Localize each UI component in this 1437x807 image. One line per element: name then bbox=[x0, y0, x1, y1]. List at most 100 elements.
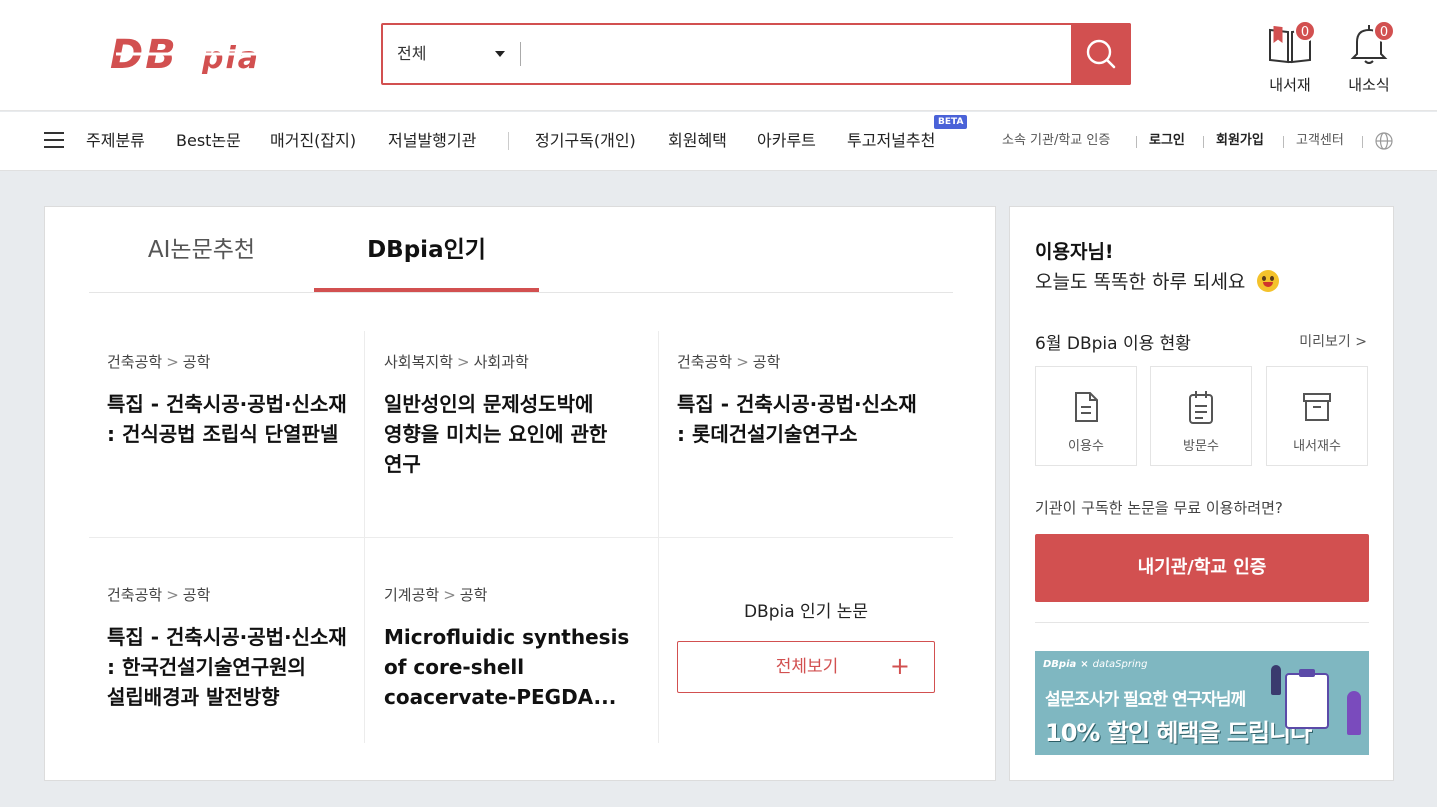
nav-journal-recommend[interactable]: 투고저널추천 bbox=[847, 112, 935, 170]
sidebar-divider bbox=[1035, 622, 1369, 623]
category-primary: 건축공학 bbox=[107, 353, 163, 371]
popular-more-title: DBpia 인기 논문 bbox=[743, 602, 869, 622]
stat-visits[interactable]: 방문수 bbox=[1150, 366, 1252, 466]
search-button[interactable] bbox=[1071, 23, 1131, 85]
clipboard-icon bbox=[1285, 669, 1329, 729]
chevron-right-icon: > bbox=[457, 353, 470, 371]
stat-usage-label: 이용수 bbox=[1068, 439, 1104, 454]
document-icon bbox=[1075, 392, 1098, 422]
banner-brands: DBpia × dataSpring bbox=[1043, 659, 1147, 670]
paper-title[interactable]: Microfluidic synthesis of core-shell coa… bbox=[384, 622, 636, 712]
nav-best[interactable]: Best논문 bbox=[176, 112, 241, 170]
search-divider bbox=[520, 42, 521, 66]
recommend-panel: AI논문추천 DBpia인기 건축공학 > 공학 특집 - 건축시공·공법·신소재 … bbox=[44, 206, 996, 781]
alerts-label: 내소식 bbox=[1348, 76, 1390, 94]
alerts-count-badge: 0 bbox=[1373, 20, 1395, 42]
category-primary: 기계공학 bbox=[384, 586, 440, 604]
paper-title[interactable]: 특집 - 건축시공·공법·신소재 : 롯데건설기술연구소 bbox=[677, 389, 925, 449]
search-bar: 전체 bbox=[381, 23, 1131, 85]
stat-library[interactable]: 내서재수 bbox=[1266, 366, 1368, 466]
signup-link[interactable]: 회원가입 bbox=[1216, 112, 1264, 170]
category-primary: 건축공학 bbox=[107, 586, 163, 604]
my-alerts-button[interactable]: 0 내소식 bbox=[1339, 20, 1399, 95]
paper-card[interactable]: 건축공학 > 공학 특집 - 건축시공·공법·신소재 : 한국건설기술연구원의 설립… bbox=[107, 584, 347, 712]
paper-category: 건축공학 > 공학 bbox=[107, 584, 347, 606]
header: DB pia 전체 0 내서재 0 내소식 bbox=[0, 0, 1437, 111]
notepad-icon bbox=[1189, 391, 1213, 424]
chevron-right-icon: > bbox=[736, 353, 749, 371]
paper-title[interactable]: 특집 - 건축시공·공법·신소재 : 건식공법 조립식 단열판넬 bbox=[107, 389, 347, 449]
paper-card[interactable]: 사회복지학 > 사회과학 일반성인의 문제성도박에 영향을 미치는 요인에 관한 연… bbox=[384, 351, 636, 479]
paper-title[interactable]: 일반성인의 문제성도박에 영향을 미치는 요인에 관한 연구 bbox=[384, 389, 636, 479]
category-secondary: 공학 bbox=[752, 353, 781, 371]
banner-discount: 10% 할인 혜택을 드립니다 bbox=[1045, 719, 1312, 747]
paper-card[interactable]: 건축공학 > 공학 특집 - 건축시공·공법·신소재 : 건식공법 조립식 단열판넬 bbox=[107, 351, 347, 449]
person-illustration bbox=[1271, 665, 1281, 695]
help-center-link[interactable]: 고객센터 bbox=[1296, 112, 1344, 170]
search-scope-value: 전체 bbox=[397, 44, 427, 63]
chevron-right-icon: > bbox=[166, 586, 179, 604]
preview-link[interactable]: 미리보기 > bbox=[1299, 331, 1367, 351]
category-secondary: 공학 bbox=[459, 586, 488, 604]
my-library-button[interactable]: 0 내서재 bbox=[1260, 20, 1320, 95]
usage-stat-title: 6월 DBpia 이용 현황 bbox=[1035, 334, 1191, 354]
banner-times: × bbox=[1080, 659, 1089, 670]
search-input[interactable] bbox=[528, 35, 1068, 73]
institution-auth-link[interactable]: 소속 기관/학교 인증 bbox=[1002, 112, 1110, 170]
paper-category: 건축공학 > 공학 bbox=[107, 351, 347, 373]
nav-publishers[interactable]: 저널발행기관 bbox=[388, 112, 476, 170]
archive-box-icon bbox=[1303, 393, 1331, 421]
beta-badge: BETA bbox=[934, 115, 968, 129]
paper-category: 건축공학 > 공학 bbox=[677, 351, 925, 373]
user-sidebar: 이용자님! 오늘도 똑똑한 하루 되세요 6월 DBpia 이용 현황 미리보기… bbox=[1009, 206, 1394, 781]
greeting-name: 이용자님! bbox=[1035, 241, 1114, 263]
grid-divider bbox=[89, 537, 953, 538]
util-divider bbox=[1136, 136, 1137, 148]
view-all-button[interactable]: 전체보기 + bbox=[677, 641, 935, 693]
tab-ai-recommend[interactable]: AI논문추천 bbox=[89, 207, 314, 293]
nav-subject[interactable]: 주제분류 bbox=[86, 112, 145, 170]
util-divider bbox=[1362, 136, 1363, 148]
greeting-text: 오늘도 똑똑한 하루 되세요 bbox=[1035, 271, 1246, 293]
svg-text:pia: pia bbox=[201, 41, 260, 74]
menu-icon[interactable] bbox=[44, 132, 64, 149]
tab-divider bbox=[89, 292, 953, 293]
util-divider bbox=[1203, 136, 1204, 148]
popular-more-section: DBpia 인기 논문 전체보기 + bbox=[677, 599, 935, 693]
institution-auth-button[interactable]: 내기관/학교 인증 bbox=[1035, 534, 1369, 602]
util-divider bbox=[1283, 136, 1284, 148]
chevron-down-icon bbox=[495, 51, 505, 57]
stat-library-label: 내서재수 bbox=[1293, 439, 1341, 454]
chevron-right-icon: > bbox=[166, 353, 179, 371]
library-label: 내서재 bbox=[1269, 76, 1311, 94]
person-illustration bbox=[1347, 691, 1361, 735]
paper-title[interactable]: 특집 - 건축시공·공법·신소재 : 한국건설기술연구원의 설립배경과 발전방향 bbox=[107, 622, 347, 712]
nav-academy[interactable]: 아카루트 bbox=[757, 112, 816, 170]
nav-benefits[interactable]: 회원혜택 bbox=[668, 112, 727, 170]
library-count-badge: 0 bbox=[1294, 20, 1316, 42]
login-link[interactable]: 로그인 bbox=[1149, 112, 1185, 170]
banner-brand-dbpia: DBpia bbox=[1043, 659, 1077, 670]
globe-icon[interactable] bbox=[1375, 132, 1393, 154]
category-secondary: 사회과학 bbox=[473, 353, 529, 371]
dbpia-logo[interactable]: DB pia bbox=[110, 32, 325, 78]
paper-category: 기계공학 > 공학 bbox=[384, 584, 636, 606]
category-primary: 사회복지학 bbox=[384, 353, 454, 371]
search-icon bbox=[1086, 39, 1116, 69]
category-secondary: 공학 bbox=[182, 586, 211, 604]
nav-divider bbox=[508, 132, 509, 150]
paper-card[interactable]: 건축공학 > 공학 특집 - 건축시공·공법·신소재 : 롯데건설기술연구소 bbox=[677, 351, 925, 449]
chevron-right-icon: > bbox=[443, 586, 456, 604]
nav-subscription[interactable]: 정기구독(개인) bbox=[535, 112, 636, 170]
nav-magazine[interactable]: 매거진(잡지) bbox=[270, 112, 356, 170]
tab-dbpia-popular[interactable]: DBpia인기 bbox=[314, 207, 539, 293]
paper-card[interactable]: 기계공학 > 공학 Microfluidic synthesis of core-s… bbox=[384, 584, 636, 712]
category-primary: 건축공학 bbox=[677, 353, 733, 371]
banner-brand-dataspring: dataSpring bbox=[1092, 659, 1148, 670]
paper-category: 사회복지학 > 사회과학 bbox=[384, 351, 636, 373]
promo-banner[interactable]: DBpia × dataSpring 설문조사가 필요한 연구자님께 10% 할인 … bbox=[1035, 651, 1369, 755]
institution-question: 기관이 구독한 논문을 무료 이용하려면? bbox=[1035, 499, 1283, 517]
stat-visits-label: 방문수 bbox=[1183, 439, 1219, 454]
stat-usage[interactable]: 이용수 bbox=[1035, 366, 1137, 466]
greeting-message: 오늘도 똑똑한 하루 되세요 bbox=[1035, 267, 1280, 294]
